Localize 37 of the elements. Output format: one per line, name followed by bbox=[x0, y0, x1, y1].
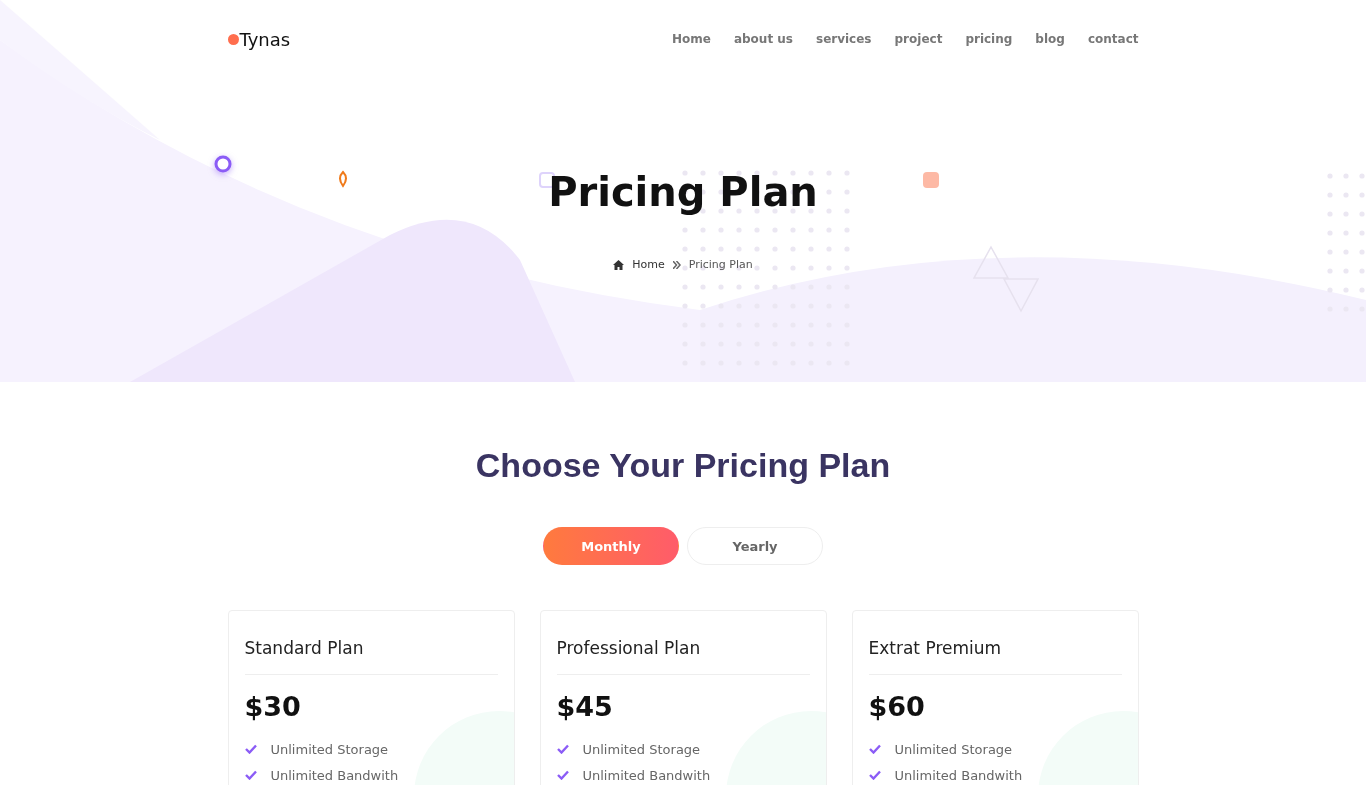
check-icon bbox=[556, 744, 569, 754]
nav-link[interactable]: blog bbox=[1035, 32, 1065, 46]
double-chevron-icon bbox=[672, 260, 681, 269]
breadcrumb-current: Pricing Plan bbox=[688, 258, 753, 271]
triangles-icon bbox=[973, 245, 1039, 313]
home-icon bbox=[613, 259, 625, 270]
section-title: Choose Your Pricing Plan bbox=[474, 448, 892, 482]
check-icon bbox=[244, 770, 257, 780]
plan-feature: Unlimited Bandwith bbox=[270, 767, 399, 783]
ring-icon bbox=[213, 154, 233, 174]
plan-feature: Unlimited Storage bbox=[270, 741, 389, 757]
plan-name: Professional Plan bbox=[556, 638, 810, 675]
check-icon bbox=[556, 770, 569, 780]
leaf-icon bbox=[336, 170, 350, 188]
nav-link[interactable]: project bbox=[894, 32, 943, 46]
breadcrumb-link[interactable]: Home bbox=[632, 258, 665, 271]
plan-feature: Unlimited Storage bbox=[894, 741, 1013, 757]
plan-feature: Unlimited Bandwith bbox=[582, 767, 711, 783]
square-icon bbox=[923, 172, 939, 188]
check-icon bbox=[868, 770, 881, 780]
nav-link[interactable]: pricing bbox=[965, 32, 1013, 46]
plan-feature: Unlimited Bandwith bbox=[894, 767, 1023, 783]
plan-price: $45 bbox=[556, 691, 614, 722]
logo[interactable]: Tynas bbox=[227, 28, 291, 50]
nav-link[interactable]: Home bbox=[671, 32, 711, 46]
billing-tab[interactable]: Yearly bbox=[687, 527, 823, 565]
billing-tab[interactable]: Monthly bbox=[543, 527, 679, 565]
nav-link[interactable]: about us bbox=[733, 32, 793, 46]
plan-name: Standard Plan bbox=[244, 638, 498, 675]
nav-link[interactable]: contact bbox=[1087, 32, 1139, 46]
plan-feature: Unlimited Storage bbox=[582, 741, 701, 757]
check-icon bbox=[244, 744, 257, 754]
nav-link[interactable]: services bbox=[816, 32, 872, 46]
plan-price: $60 bbox=[868, 691, 926, 722]
check-icon bbox=[868, 744, 881, 754]
plan-price: $30 bbox=[244, 691, 302, 722]
plan-name: Extrat Premium bbox=[868, 638, 1122, 675]
